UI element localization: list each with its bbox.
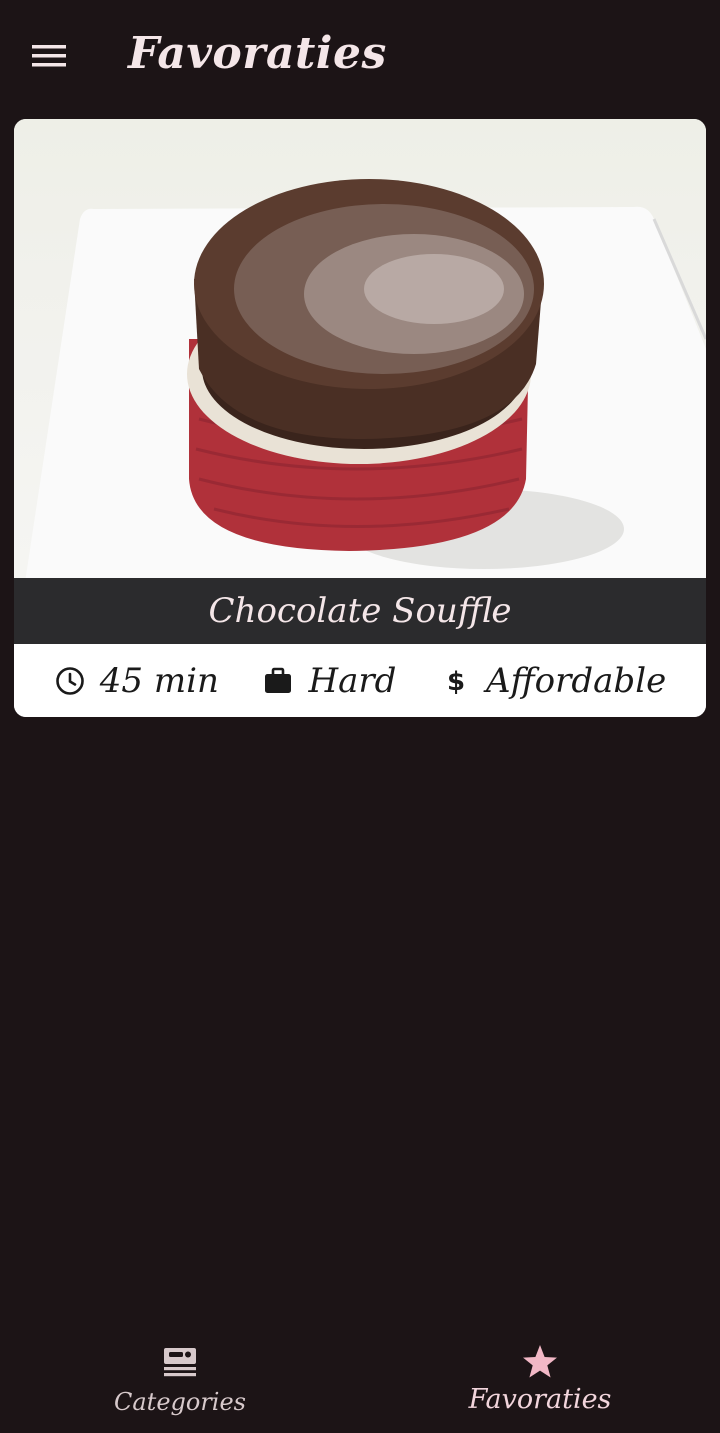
nav-label-categories: Categories — [114, 1388, 246, 1416]
page-title: Favoraties — [128, 28, 387, 79]
nav-item-favorites[interactable]: Favoraties — [360, 1320, 720, 1433]
bottom-navigation: Categories Favoraties — [0, 1320, 720, 1433]
dollar-icon: $ — [447, 667, 465, 697]
nav-item-categories[interactable]: Categories — [0, 1320, 360, 1433]
star-icon — [523, 1345, 557, 1378]
menu-button[interactable] — [22, 32, 76, 80]
briefcase-icon — [265, 667, 292, 693]
categories-icon — [164, 1348, 196, 1377]
app-bar: Favoraties — [0, 0, 720, 112]
meal-complexity-label: Hard — [308, 660, 397, 701]
meal-meta-row: 45 min Hard $ Affordable — [14, 644, 706, 717]
meal-title-bar: Chocolate Souffle — [14, 578, 706, 644]
meal-affordability: $ Affordable — [440, 661, 666, 701]
meal-image — [14, 119, 706, 644]
meal-title: Chocolate Souffle — [208, 591, 512, 631]
meal-affordability-label: Affordable — [486, 660, 667, 701]
meal-duration-label: 45 min — [99, 660, 219, 701]
meal-card[interactable]: Chocolate Souffle 45 min Hard $ Affordab… — [14, 119, 706, 717]
clock-icon — [55, 666, 84, 695]
nav-label-favorites: Favoraties — [468, 1384, 612, 1415]
meal-duration: 45 min — [54, 661, 219, 701]
menu-icon — [32, 45, 66, 67]
meal-complexity: Hard — [262, 661, 396, 701]
svg-text:$: $ — [447, 667, 465, 697]
app-screen: Favoraties Chocolate Souffle 45 min Hard… — [0, 0, 720, 1433]
